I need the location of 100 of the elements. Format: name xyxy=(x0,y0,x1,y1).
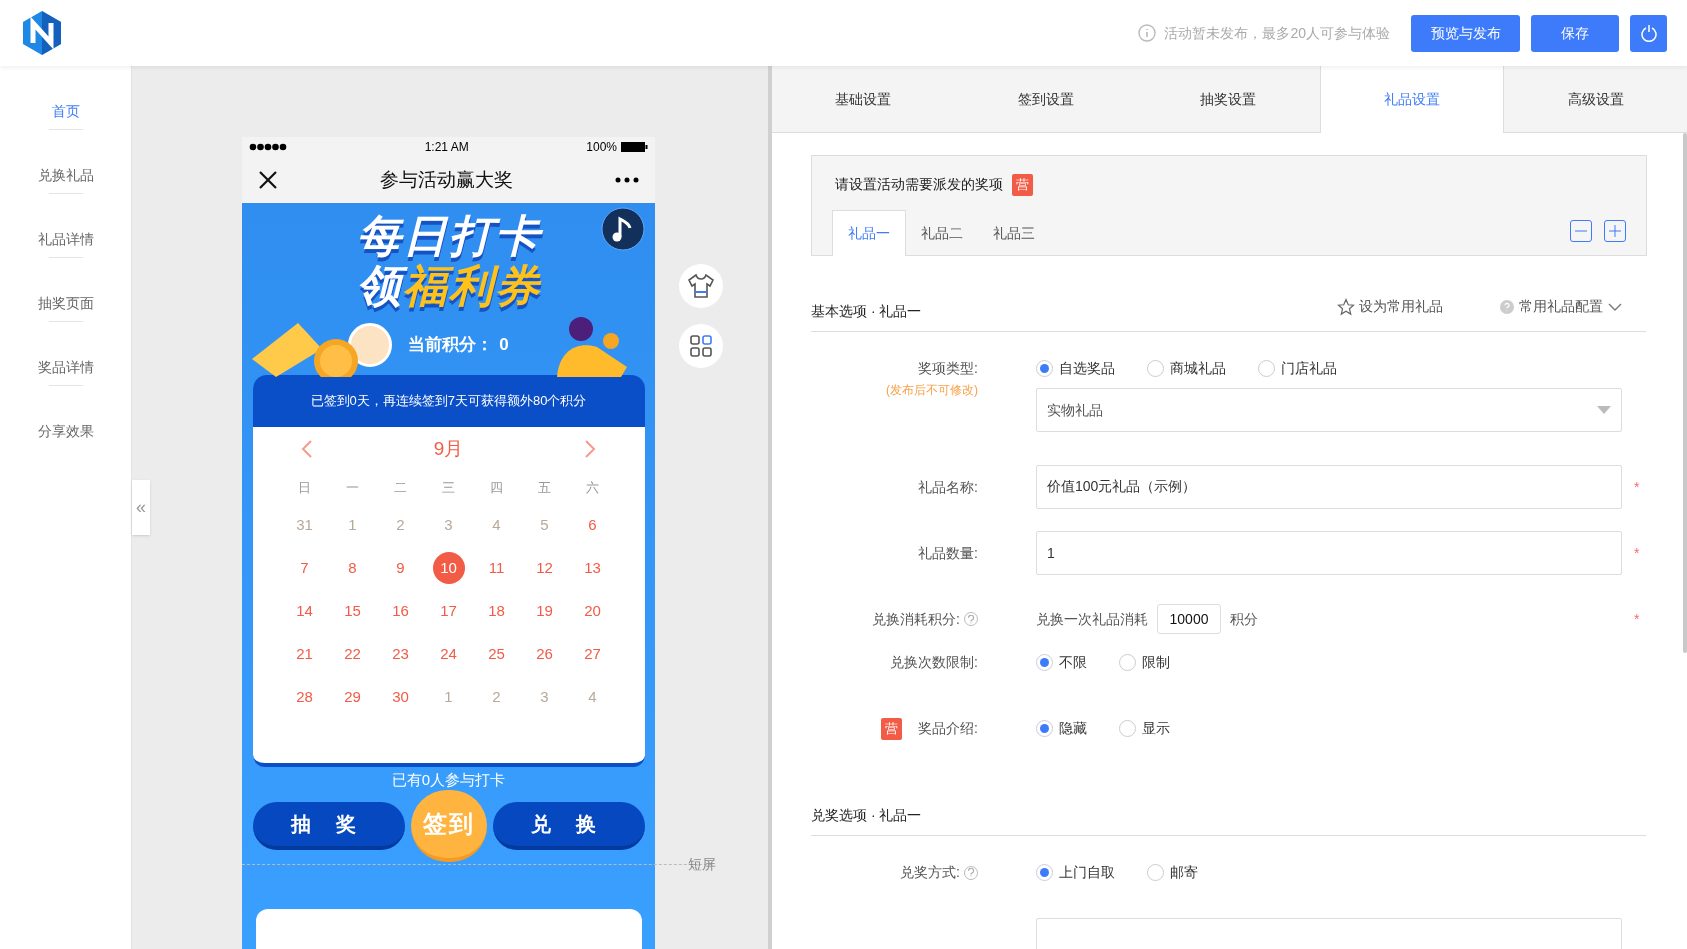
calendar-day[interactable]: 25 xyxy=(486,638,507,670)
weekday-label: 日 xyxy=(297,478,312,497)
power-button[interactable] xyxy=(1630,14,1667,52)
chevron-right-icon[interactable] xyxy=(584,440,597,459)
calendar-day[interactable]: 20 xyxy=(582,595,603,627)
section-title: 基本选项 · 礼品一 xyxy=(811,302,922,321)
calendar-day[interactable]: 5 xyxy=(538,509,551,541)
sidebar-item[interactable]: 分享效果 xyxy=(37,421,94,442)
calendar-day[interactable]: 16 xyxy=(390,595,411,627)
radio-option[interactable]: 门店礼品 xyxy=(1258,357,1337,379)
plus-button[interactable] xyxy=(1604,220,1626,242)
radio-option[interactable]: 显示 xyxy=(1119,717,1170,739)
calendar-day[interactable]: 6 xyxy=(586,509,599,541)
prize-box-title: 请设置活动需要派发的奖项 xyxy=(835,175,1003,195)
prize-tab[interactable]: 礼品一 xyxy=(832,210,906,256)
marketing-badge: 营 xyxy=(1012,174,1033,196)
calendar-day[interactable]: 17 xyxy=(438,595,459,627)
calendar-day[interactable]: 14 xyxy=(294,595,315,627)
calendar-day[interactable]: 2 xyxy=(394,509,407,541)
calendar-day[interactable]: 1 xyxy=(442,681,455,713)
radio-option[interactable]: 不限 xyxy=(1036,651,1087,673)
weekday-label: 六 xyxy=(585,478,600,497)
favorite-button[interactable]: 设为常用礼品 xyxy=(1337,296,1443,317)
grid-icon[interactable] xyxy=(679,324,723,368)
points-input[interactable]: 10000 xyxy=(1157,604,1221,634)
minus-button[interactable] xyxy=(1570,220,1592,242)
calendar-day[interactable]: 12 xyxy=(534,552,555,584)
required-mark: * xyxy=(1634,477,1641,497)
radio-option[interactable]: 隐藏 xyxy=(1036,717,1087,739)
field-label: 兑换次数限制: xyxy=(890,653,978,672)
radio-option[interactable]: 邮寄 xyxy=(1147,861,1198,883)
avatar xyxy=(348,323,393,367)
field-label: 奖品介绍: xyxy=(918,719,978,739)
calendar-day[interactable]: 13 xyxy=(582,552,603,584)
prize-tab[interactable]: 礼品三 xyxy=(978,210,1050,256)
music-note-icon xyxy=(601,207,645,251)
battery-icon xyxy=(621,142,648,152)
calendar-day[interactable]: 11 xyxy=(486,552,507,584)
calendar-day[interactable]: 15 xyxy=(342,595,363,627)
prize-tab[interactable]: 礼品二 xyxy=(906,210,978,256)
checkin-button[interactable]: 签到 xyxy=(410,789,487,862)
calendar-day[interactable]: 28 xyxy=(294,681,315,713)
input-field[interactable] xyxy=(1036,918,1622,949)
sidebar-item[interactable]: 礼品详情 xyxy=(37,229,94,250)
settings-tab[interactable]: 基础设置 xyxy=(772,66,955,133)
chevron-left-icon[interactable] xyxy=(300,440,313,459)
calendar-day[interactable]: 9 xyxy=(394,552,407,584)
settings-tab[interactable]: 礼品设置 xyxy=(1319,66,1505,133)
calendar-day[interactable]: 22 xyxy=(342,638,363,670)
action-button[interactable]: 抽 奖 xyxy=(252,801,405,850)
sidebar-item[interactable]: 抽奖页面 xyxy=(37,293,94,314)
field-label: 奖项类型: xyxy=(918,359,978,378)
header-button[interactable]: 预览与发布 xyxy=(1411,14,1520,52)
config-dropdown[interactable]: 常用礼品配置 xyxy=(1500,296,1622,317)
calendar-day[interactable]: 31 xyxy=(294,509,315,541)
calendar-day[interactable]: 27 xyxy=(582,638,603,670)
banner-title: 每日打卡 xyxy=(356,211,541,261)
required-mark: * xyxy=(1634,609,1641,629)
field-label: 礼品数量: xyxy=(918,543,978,563)
star-icon xyxy=(1337,297,1355,316)
calendar-day[interactable]: 24 xyxy=(438,638,459,670)
sidebar-item[interactable]: 首页 xyxy=(51,101,80,122)
calendar-day[interactable]: 2 xyxy=(490,681,503,713)
radio-option[interactable]: 商城礼品 xyxy=(1147,357,1226,379)
calendar-day[interactable]: 26 xyxy=(534,638,555,670)
info-icon xyxy=(1138,24,1157,42)
help-icon xyxy=(1500,299,1514,314)
calendar-day[interactable]: 18 xyxy=(486,595,507,627)
header-button[interactable]: 保存 xyxy=(1531,14,1619,52)
sidebar-item[interactable]: 兑换礼品 xyxy=(37,165,94,186)
calendar-day[interactable]: 19 xyxy=(534,595,555,627)
radio-option[interactable]: 自选奖品 xyxy=(1036,357,1115,379)
field-label: 礼品名称: xyxy=(918,477,978,497)
settings-tab[interactable]: 抽奖设置 xyxy=(1137,66,1320,133)
calendar-day[interactable]: 4 xyxy=(586,681,599,713)
sidebar-item[interactable]: 奖品详情 xyxy=(37,357,94,378)
calendar-day[interactable]: 10 xyxy=(432,552,465,584)
settings-tab[interactable]: 高级设置 xyxy=(1504,66,1687,133)
required-mark: * xyxy=(1634,543,1641,563)
radio-option[interactable]: 上门自取 xyxy=(1036,861,1115,883)
field-text: 兑换一次礼品消耗 xyxy=(1036,609,1148,629)
input-field[interactable]: 价值100元礼品（示例） xyxy=(1036,465,1622,509)
calendar-day[interactable]: 30 xyxy=(390,681,411,713)
settings-tab[interactable]: 签到设置 xyxy=(954,66,1138,133)
field-note: (发布后不可修改) xyxy=(886,382,978,399)
action-button[interactable]: 兑 换 xyxy=(492,801,645,850)
calendar-day[interactable]: 29 xyxy=(342,681,363,713)
calendar-day[interactable]: 1 xyxy=(346,509,359,541)
calendar-day[interactable]: 3 xyxy=(442,509,455,541)
calendar-day[interactable]: 8 xyxy=(346,552,359,584)
shirt-icon[interactable] xyxy=(679,264,723,308)
calendar-day[interactable]: 7 xyxy=(298,552,311,584)
collapse-tab[interactable]: « xyxy=(132,480,150,535)
calendar-day[interactable]: 3 xyxy=(538,681,551,713)
select-field[interactable]: 实物礼品 xyxy=(1036,388,1622,432)
input-field[interactable]: 1 xyxy=(1036,531,1622,575)
calendar-day[interactable]: 23 xyxy=(390,638,411,670)
radio-option[interactable]: 限制 xyxy=(1119,651,1170,673)
calendar-day[interactable]: 21 xyxy=(294,638,315,670)
calendar-day[interactable]: 4 xyxy=(490,509,503,541)
